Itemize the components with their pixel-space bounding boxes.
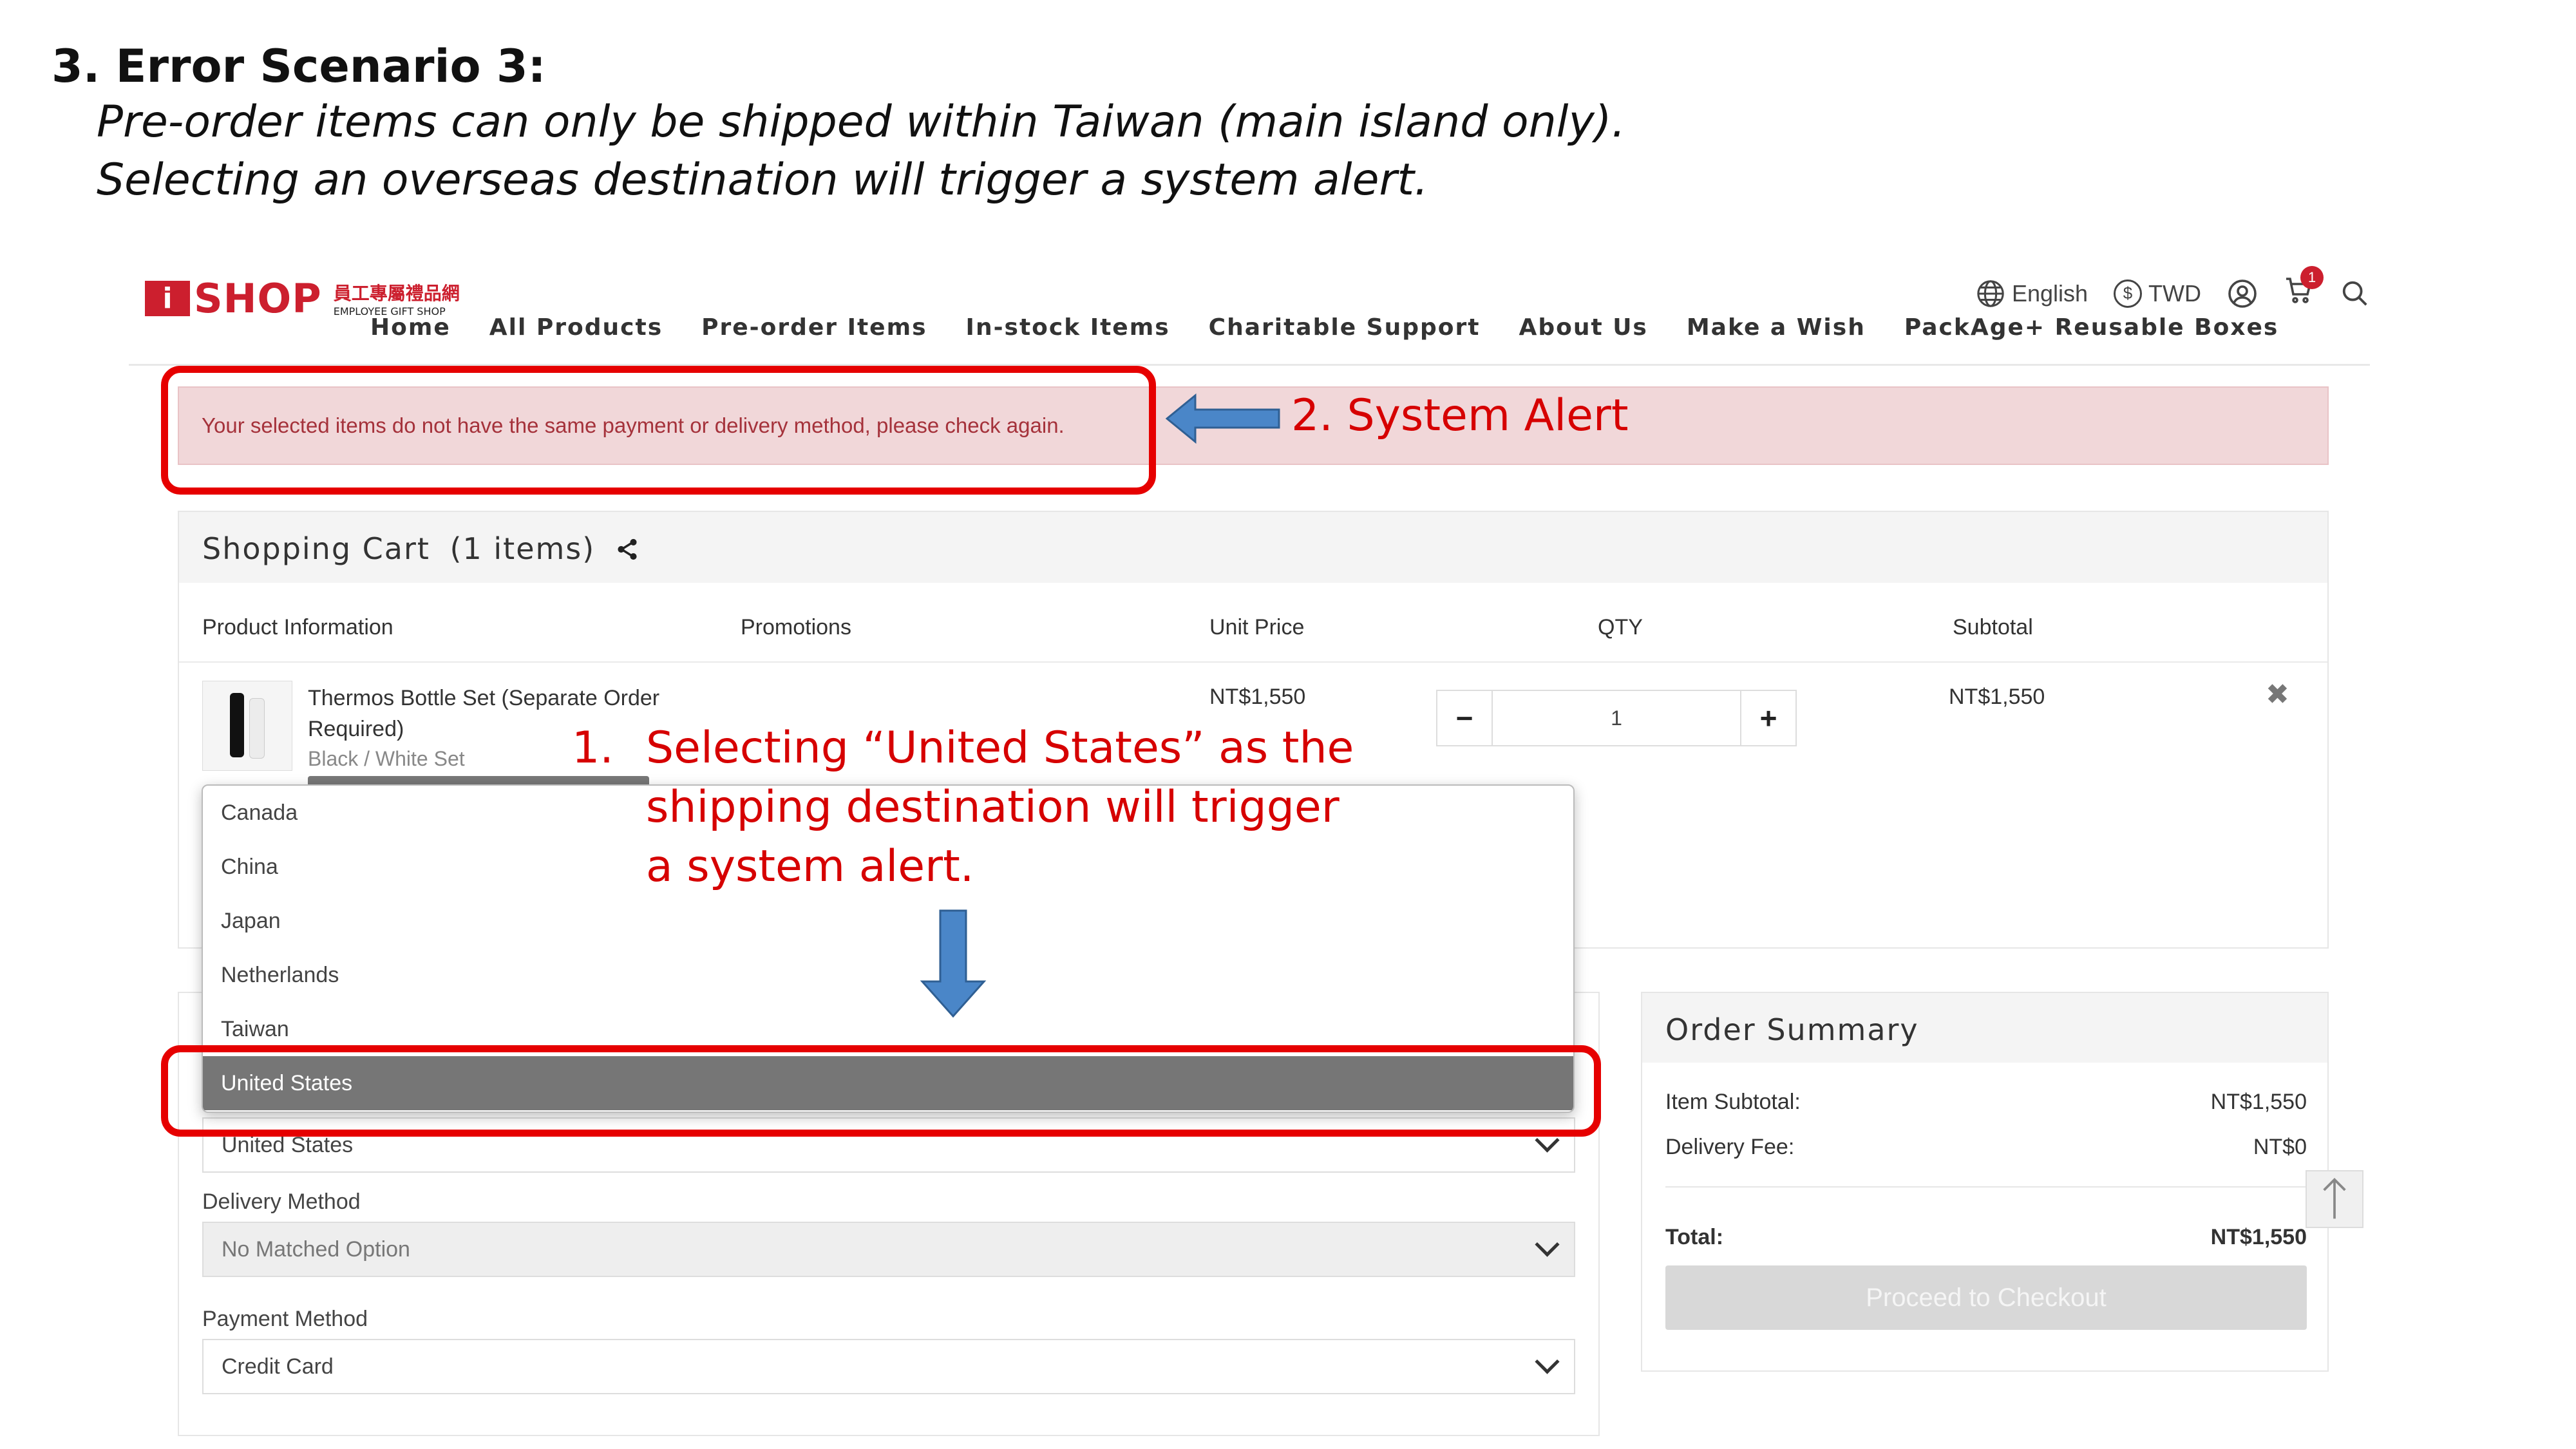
slide-title: 3. Error Scenario 3: [52, 40, 546, 93]
back-to-top-button[interactable] [2306, 1170, 2363, 1228]
option-pointer-arrow-icon [920, 909, 987, 1018]
alert-annotation-label: 2. System Alert [1291, 390, 1629, 441]
product-name[interactable]: Thermos Bottle Set (Separate Order Requi… [308, 683, 668, 744]
col-subtotal: Subtotal [1953, 615, 2033, 639]
dollar-icon: $ [2114, 279, 2143, 308]
step1-number: 1. [572, 723, 614, 773]
nav-reusable-boxes[interactable]: PackAge+ Reusable Boxes [1904, 314, 2279, 341]
summary-divider [1665, 1186, 2307, 1188]
chevron-down-icon [1535, 1349, 1560, 1374]
header-tools: English $ TWD 1 [1976, 266, 2370, 312]
slide-description-line-1: Pre-order items can only be shipped with… [97, 97, 1625, 147]
share-icon[interactable] [615, 537, 639, 562]
qty-decrease-button[interactable]: − [1437, 691, 1493, 745]
order-summary-header: Order Summary [1642, 993, 2327, 1063]
order-summary: Order Summary Item Subtotal: NT$1,550 De… [1641, 992, 2329, 1372]
alert-highlight-box [161, 366, 1156, 495]
option-highlight-box [161, 1045, 1601, 1137]
order-summary-title: Order Summary [1665, 1012, 1919, 1047]
delivery-fee-label: Delivery Fee: [1665, 1135, 1795, 1159]
qty-increase-button[interactable]: + [1740, 691, 1795, 745]
remove-item-icon[interactable]: ✖ [2266, 678, 2289, 711]
delivery-method-value: No Matched Option [222, 1237, 410, 1262]
product-thumbnail[interactable] [202, 681, 292, 771]
alert-pointer-arrow-icon [1166, 393, 1280, 444]
col-product-information: Product Information [202, 615, 393, 639]
cart-item-count: (1 items) [450, 531, 596, 566]
total-row: Total: NT$1,550 [1665, 1225, 2307, 1250]
cart-title: Shopping Cart (1 items) [202, 531, 639, 566]
nav-make-a-wish[interactable]: Make a Wish [1687, 314, 1866, 341]
proceed-to-checkout-button[interactable]: Proceed to Checkout [1665, 1265, 2307, 1330]
nav-charitable-support[interactable]: Charitable Support [1209, 314, 1481, 341]
language-label: English [2011, 279, 2088, 307]
col-unit-price: Unit Price [1209, 615, 1305, 639]
delivery-fee-value: NT$0 [2253, 1135, 2307, 1159]
cart-title-text: Shopping Cart [202, 531, 430, 566]
total-label: Total: [1665, 1225, 1724, 1249]
item-subtotal: NT$1,550 [1949, 685, 2045, 709]
item-subtotal-value: NT$1,550 [2210, 1090, 2307, 1114]
step1-line-1: Selecting “United States” as the [646, 723, 1354, 773]
currency-label: TWD [2148, 279, 2201, 307]
logo-subtitle: 員工專屬禮品網 EMPLOYEE GIFT SHOP [334, 279, 460, 317]
nav-about-us[interactable]: About Us [1519, 314, 1647, 341]
cart-button[interactable]: 1 [2284, 266, 2324, 312]
cart-count-badge: 1 [2300, 266, 2324, 289]
unit-price: NT$1,550 [1209, 685, 1306, 709]
language-selector[interactable]: English [1976, 279, 2088, 308]
total-value: NT$1,550 [2210, 1225, 2307, 1249]
logo-mark: i [145, 281, 190, 316]
delivery-fee-row: Delivery Fee: NT$0 [1665, 1135, 2307, 1160]
product-variant: Black / White Set [308, 747, 465, 770]
dropdown-option-netherlands[interactable]: Netherlands [203, 948, 1573, 1002]
main-nav: Home All Products Pre-order Items In-sto… [370, 314, 2278, 341]
logo-name: SHOP [194, 275, 322, 322]
nav-pre-order-items[interactable]: Pre-order Items [701, 314, 927, 341]
payment-method-value: Credit Card [222, 1354, 334, 1379]
currency-selector[interactable]: $ TWD [2114, 279, 2201, 308]
globe-icon [1977, 279, 2004, 307]
delivery-method-select[interactable]: No Matched Option [202, 1222, 1575, 1277]
user-icon[interactable] [2227, 278, 2258, 309]
cart-row-divider [179, 661, 2327, 663]
logo-subtitle-cn: 員工專屬禮品網 [333, 283, 460, 304]
payment-method-select[interactable]: Credit Card [202, 1339, 1575, 1394]
nav-all-products[interactable]: All Products [489, 314, 663, 341]
delivery-method-label: Delivery Method [202, 1189, 361, 1214]
step1-line-2: shipping destination will trigger [646, 782, 1340, 833]
slide-description-line-2: Selecting an overseas destination will t… [97, 155, 1428, 205]
search-icon[interactable] [2340, 279, 2370, 308]
item-subtotal-row: Item Subtotal: NT$1,550 [1665, 1090, 2307, 1115]
step1-line-3: a system alert. [646, 841, 974, 892]
payment-method-label: Payment Method [202, 1307, 368, 1331]
col-qty: QTY [1598, 615, 1643, 639]
cart-header: Shopping Cart (1 items) [179, 512, 2327, 583]
qty-input[interactable]: 1 [1493, 691, 1740, 745]
nav-in-stock-items[interactable]: In-stock Items [966, 314, 1170, 341]
chevron-down-icon [1535, 1232, 1560, 1257]
dropdown-option-japan[interactable]: Japan [203, 894, 1573, 948]
col-promotions: Promotions [741, 615, 851, 639]
nav-home[interactable]: Home [370, 314, 451, 341]
quantity-stepper: − 1 + [1436, 690, 1797, 746]
arrow-up-icon [2323, 1178, 2346, 1219]
item-subtotal-label: Item Subtotal: [1665, 1090, 1801, 1114]
